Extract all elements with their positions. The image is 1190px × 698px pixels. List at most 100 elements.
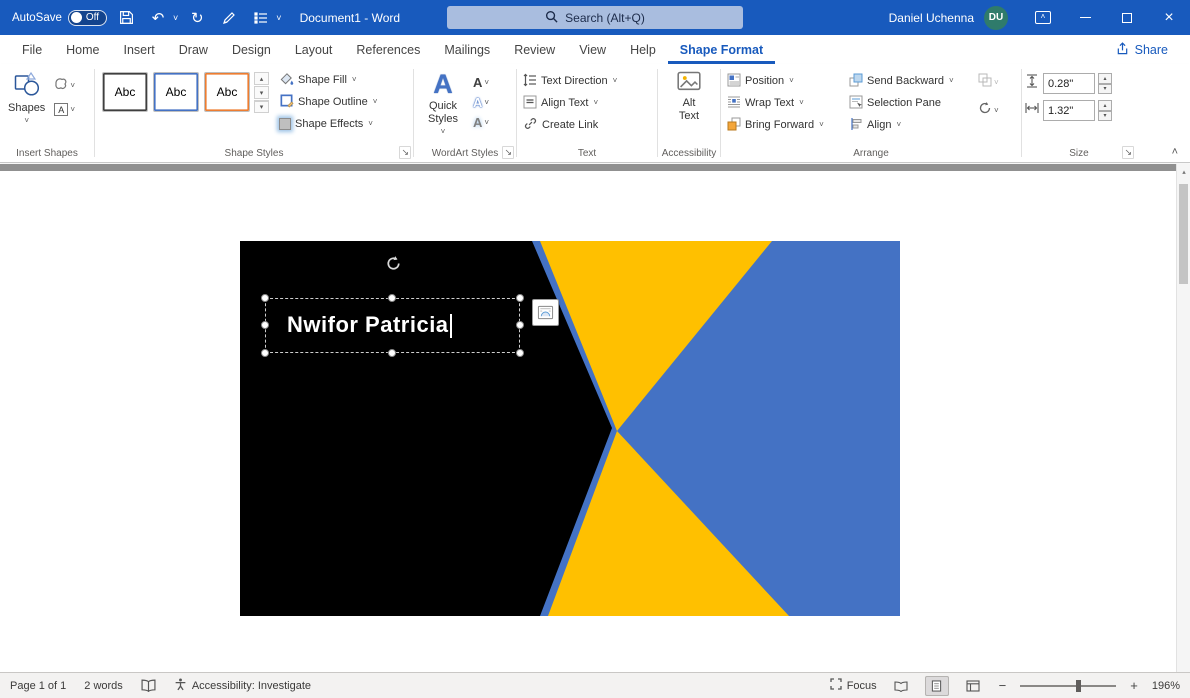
shape-height-input[interactable] <box>1043 73 1095 94</box>
rotate-objects-button[interactable]: ˅ <box>976 100 1001 121</box>
business-card-graphic[interactable]: Nwifor Patricia <box>240 241 900 616</box>
text-fill-button[interactable]: A ˅ <box>471 75 491 90</box>
word-count[interactable]: 2 words <box>84 680 123 692</box>
user-name[interactable]: Daniel Uchenna <box>889 11 974 25</box>
autosave-toggle[interactable]: AutoSave Off <box>12 9 108 26</box>
maximize-button[interactable] <box>1106 0 1148 35</box>
wrap-text-button[interactable]: Wrap Text ˅ <box>724 92 846 114</box>
list-icon[interactable] <box>248 5 274 31</box>
selection-handle-middle-right[interactable] <box>516 321 524 329</box>
zoom-out-button[interactable]: − <box>997 678 1009 693</box>
scroll-up-arrow-icon[interactable]: ▴ <box>1177 168 1190 176</box>
gallery-scroll-down-button[interactable]: ▾ <box>254 86 269 99</box>
autosave-pill[interactable]: Off <box>67 9 108 26</box>
selection-handle-bottom-right[interactable] <box>516 349 524 357</box>
vertical-scrollbar[interactable]: ▴ <box>1176 164 1190 672</box>
width-increase-button[interactable]: ▴ <box>1098 100 1112 111</box>
zoom-slider-thumb[interactable] <box>1075 679 1081 692</box>
tab-shape-format[interactable]: Shape Format <box>668 35 775 64</box>
read-mode-button[interactable] <box>889 676 913 696</box>
bring-forward-button[interactable]: Bring Forward ˅ <box>724 114 846 136</box>
shape-style-preview-3[interactable]: Abc <box>204 72 250 112</box>
minimize-button[interactable] <box>1064 0 1106 35</box>
selection-handle-bottom-middle[interactable] <box>388 349 396 357</box>
wordart-dialog-launcher[interactable]: ↘ <box>502 146 514 159</box>
gallery-scroll-up-button[interactable]: ▴ <box>254 72 269 85</box>
height-decrease-button[interactable]: ▾ <box>1098 83 1112 94</box>
qat-customize-icon[interactable]: ˅ <box>276 13 281 23</box>
selection-handle-top-right[interactable] <box>516 294 524 302</box>
selection-pane-button[interactable]: Selection Pane <box>846 92 976 114</box>
print-layout-button[interactable] <box>924 675 949 696</box>
gallery-more-button[interactable]: ▾ <box>254 100 269 113</box>
alt-text-button[interactable]: Alt Text <box>669 67 709 147</box>
draw-pen-icon[interactable] <box>216 5 242 31</box>
card-name-text[interactable]: Nwifor Patricia <box>287 312 452 339</box>
web-layout-button[interactable] <box>961 676 985 696</box>
tab-references[interactable]: References <box>344 35 432 64</box>
search-box[interactable]: Search (Alt+Q) <box>447 6 743 29</box>
ribbon-display-options-button[interactable]: ˄ <box>1022 0 1064 35</box>
tab-help[interactable]: Help <box>618 35 668 64</box>
zoom-slider[interactable] <box>1020 679 1117 693</box>
group-label-wordart: WordArt Styles <box>431 148 499 159</box>
send-backward-button[interactable]: Send Backward ˅ <box>846 70 976 92</box>
tab-draw[interactable]: Draw <box>167 35 220 64</box>
create-link-label: Create Link <box>542 119 599 131</box>
position-button[interactable]: Position ˅ <box>724 70 846 92</box>
size-dialog-launcher[interactable]: ↘ <box>1122 146 1134 159</box>
align-text-button[interactable]: Align Text ˅ <box>520 92 620 114</box>
focus-mode-button[interactable]: Focus <box>830 678 877 693</box>
save-icon[interactable] <box>113 5 139 31</box>
ribbon: Shapes ˅ ˅ A ˅ Insert Shapes Abc Abc Abc… <box>0 64 1190 163</box>
selection-handle-bottom-left[interactable] <box>261 349 269 357</box>
zoom-in-button[interactable]: + <box>1128 678 1140 693</box>
tab-layout[interactable]: Layout <box>283 35 345 64</box>
create-link-button[interactable]: Create Link <box>520 114 620 136</box>
selection-handle-top-left[interactable] <box>261 294 269 302</box>
text-effects-button[interactable]: A ˅ <box>471 115 491 130</box>
shape-style-preview-1[interactable]: Abc <box>102 72 148 112</box>
proofing-status-icon[interactable] <box>141 679 156 692</box>
rotate-handle[interactable] <box>384 254 403 278</box>
undo-dropdown-icon[interactable]: ˅ <box>173 13 178 23</box>
tab-file[interactable]: File <box>10 35 54 64</box>
edit-shape-button[interactable]: ˅ <box>52 75 77 96</box>
width-decrease-button[interactable]: ▾ <box>1098 110 1112 121</box>
text-direction-button[interactable]: Text Direction ˅ <box>520 70 620 92</box>
align-objects-button[interactable]: Align ˅ <box>846 114 976 136</box>
shapes-button[interactable]: Shapes ˅ <box>3 67 50 147</box>
undo-icon[interactable]: ↶ <box>145 5 171 31</box>
close-button[interactable]: × <box>1148 0 1190 35</box>
share-button[interactable]: Share <box>1094 35 1190 64</box>
text-box-button[interactable]: A ˅ <box>52 102 77 117</box>
selection-handle-top-middle[interactable] <box>388 294 396 302</box>
tab-insert[interactable]: Insert <box>112 35 167 64</box>
layout-options-button[interactable] <box>532 299 559 326</box>
group-objects-button[interactable]: ˅ <box>976 72 1001 93</box>
text-outline-button[interactable]: A ˅ <box>471 95 491 110</box>
user-avatar[interactable]: DU <box>984 5 1008 30</box>
tab-mailings[interactable]: Mailings <box>432 35 502 64</box>
shape-outline-button[interactable]: Shape Outline ˅ <box>276 91 380 113</box>
shape-width-input[interactable] <box>1043 100 1095 121</box>
shape-effects-button[interactable]: Shape Effects ˅ <box>276 113 380 135</box>
tab-design[interactable]: Design <box>220 35 283 64</box>
text-outline-chevron-icon: ˅ <box>484 97 490 107</box>
page-indicator[interactable]: Page 1 of 1 <box>10 680 66 692</box>
accessibility-status[interactable]: Accessibility: Investigate <box>174 678 311 694</box>
height-increase-button[interactable]: ▴ <box>1098 73 1112 84</box>
shape-fill-button[interactable]: Shape Fill ˅ <box>276 69 380 91</box>
document-page[interactable]: Nwifor Patricia <box>0 171 1176 672</box>
tab-review[interactable]: Review <box>502 35 567 64</box>
selection-handle-middle-left[interactable] <box>261 321 269 329</box>
tab-home[interactable]: Home <box>54 35 111 64</box>
quick-styles-button[interactable]: A Quick Styles ˅ <box>417 67 469 147</box>
tab-view[interactable]: View <box>567 35 618 64</box>
collapse-ribbon-button[interactable]: ˄ <box>1168 146 1182 158</box>
zoom-level[interactable]: 196% <box>1152 680 1180 692</box>
redo-icon[interactable]: ↻ <box>184 5 210 31</box>
shape-style-preview-2[interactable]: Abc <box>153 72 199 112</box>
shape-styles-dialog-launcher[interactable]: ↘ <box>399 146 411 159</box>
scrollbar-thumb[interactable] <box>1179 184 1188 284</box>
